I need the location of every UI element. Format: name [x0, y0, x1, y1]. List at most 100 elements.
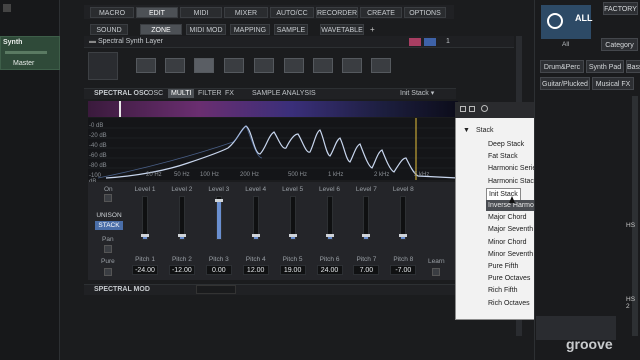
level-fader[interactable]	[325, 196, 334, 240]
pitch-value[interactable]: -24.00	[132, 265, 158, 275]
pitch-value[interactable]: -12.00	[168, 265, 195, 275]
tab-edit[interactable]: EDIT	[136, 7, 178, 18]
level-fader[interactable]	[399, 196, 408, 240]
layer-title: Spectral Synth Layer	[98, 38, 163, 45]
tab-options[interactable]: OPTIONS	[404, 7, 446, 18]
tab-filter[interactable]: FILTER	[198, 90, 222, 97]
level-handle[interactable]	[362, 234, 371, 237]
level-fader[interactable]	[288, 196, 297, 240]
subtab-zone[interactable]: ZONE	[140, 24, 182, 35]
category-tab[interactable]: Category	[601, 38, 638, 51]
collapse-icon[interactable]	[469, 106, 475, 112]
stack-button[interactable]: STACK	[95, 221, 123, 230]
tab-multi[interactable]: MULTI	[168, 89, 195, 98]
learn-toggle[interactable]	[432, 268, 440, 276]
level-fill	[143, 237, 147, 239]
pan-knob[interactable]	[104, 245, 112, 253]
stack-menu-item[interactable]: Fat Stack	[486, 151, 520, 162]
pitch-value[interactable]: 24.00	[316, 265, 343, 275]
lfo-icon[interactable]	[313, 58, 333, 73]
tab-create[interactable]: CREATE	[360, 7, 402, 18]
stack-menu-item[interactable]: Deep Stack	[486, 139, 526, 150]
tab-midi[interactable]: MIDI	[180, 7, 222, 18]
tab-recorder[interactable]: RECORDER	[316, 7, 358, 18]
factory-dropdown[interactable]: FACTORY	[603, 2, 638, 15]
tag-guitar-plucked[interactable]: Guitar/Plucked	[540, 77, 590, 90]
spectral-mod-dropdown[interactable]	[196, 285, 236, 294]
stack-menu-item[interactable]: Pure Octaves	[486, 273, 532, 284]
level-fill	[216, 200, 221, 239]
folder-chevron-icon[interactable]: ▼	[463, 127, 470, 134]
subtab-wavetable[interactable]: WAVETABLE	[320, 24, 364, 35]
filter-icon[interactable]	[284, 58, 304, 73]
tag-drum-perc[interactable]: Drum&Perc	[540, 60, 584, 73]
preset-name: Init Stack	[400, 90, 429, 97]
search-icon[interactable]	[481, 105, 488, 112]
all-category-button[interactable]: ALL	[541, 5, 593, 39]
tag-bass[interactable]: Bass	[626, 60, 640, 73]
tag-synth-pad[interactable]: Synth Pad	[586, 60, 624, 73]
level-fader[interactable]	[177, 196, 186, 240]
level-handle[interactable]	[399, 234, 408, 237]
list-icon[interactable]	[371, 58, 391, 73]
level-fader[interactable]	[362, 196, 371, 240]
spectrum-icon[interactable]	[194, 58, 214, 73]
subtab-mapping[interactable]: MAPPING	[230, 24, 270, 35]
stack-menu-item[interactable]: Pure Fifth	[486, 261, 520, 272]
level-fader[interactable]	[251, 196, 260, 240]
stack-menu-item[interactable]: Rich Fifth	[486, 285, 520, 296]
level-handle[interactable]	[177, 234, 186, 237]
spectral-osc-header: SPECTRAL OSC OSC MULTI FILTER FX SAMPLE …	[84, 88, 456, 99]
stack-menu-item[interactable]: Rich Octaves	[486, 298, 532, 309]
stack-menu-item[interactable]: Major Chord	[486, 212, 529, 223]
level-handle[interactable]	[325, 234, 334, 237]
pure-toggle[interactable]	[104, 268, 112, 276]
tab-mixer[interactable]: MIXER	[224, 7, 268, 18]
speaker-icon[interactable]	[254, 58, 274, 73]
add-subtab-button[interactable]: +	[370, 24, 378, 35]
layer-badge-ab[interactable]	[409, 38, 421, 46]
tab-auto-cc[interactable]: AUTO/CC	[270, 7, 314, 18]
pitch-value[interactable]: 12.00	[242, 265, 269, 275]
all-label: ALL	[575, 13, 593, 23]
subtab-midi-mod[interactable]: MIDI MOD	[186, 24, 226, 35]
db-label: -0 dB	[89, 123, 104, 129]
stack-folder-label[interactable]: Stack	[476, 127, 494, 134]
left-track-strip[interactable]: Synth Master	[0, 36, 60, 70]
tab-fx[interactable]: FX	[225, 90, 234, 97]
pitch-value[interactable]: 19.00	[279, 265, 306, 275]
route-icon[interactable]	[165, 58, 185, 73]
pitch-value[interactable]: 0.00	[205, 265, 232, 275]
pitch-value[interactable]: 7.00	[353, 265, 380, 275]
level-label: Level 5	[282, 186, 304, 193]
level-handle[interactable]	[288, 234, 297, 237]
unison-button[interactable]: UNISON	[95, 211, 123, 220]
level-handle[interactable]	[214, 199, 223, 202]
stack-menu-item[interactable]: Minor Chord	[486, 237, 529, 248]
level-fader[interactable]	[141, 196, 149, 240]
expand-icon[interactable]	[460, 106, 466, 112]
steps-icon[interactable]	[342, 58, 362, 73]
freq-label: 100 Hz	[200, 172, 220, 178]
preset-dropdown[interactable]: Init Stack ▾	[400, 89, 452, 99]
layer-collapse-icon[interactable]: ▬	[89, 38, 96, 45]
tag-musical-fx[interactable]: Musical FX	[592, 77, 634, 90]
track-output[interactable]: Master	[13, 60, 34, 67]
subtab-sample[interactable]: SAMPLE	[274, 24, 308, 35]
tab-analysis[interactable]: ANALYSIS	[282, 90, 316, 97]
tab-sample-analysis[interactable]: SAMPLE	[252, 90, 280, 97]
envelope-icon[interactable]	[224, 58, 244, 73]
freq-label: 20 Hz	[146, 172, 162, 178]
layer-badge-sel[interactable]	[424, 38, 436, 46]
level-fader[interactable]	[214, 196, 223, 240]
tab-osc[interactable]: OSC	[148, 90, 163, 97]
keys-icon[interactable]	[136, 58, 156, 73]
tab-macro[interactable]: MACRO	[90, 7, 134, 18]
stack-menu-item[interactable]: Harmonic Stack	[486, 176, 539, 187]
subtab-sound[interactable]: SOUND	[90, 24, 128, 35]
pitch-value[interactable]: -7.00	[390, 265, 417, 275]
pitch-label: Pitch 1	[135, 256, 155, 263]
on-toggle[interactable]	[104, 194, 112, 202]
level-handle[interactable]	[141, 234, 149, 237]
level-handle[interactable]	[251, 234, 260, 237]
